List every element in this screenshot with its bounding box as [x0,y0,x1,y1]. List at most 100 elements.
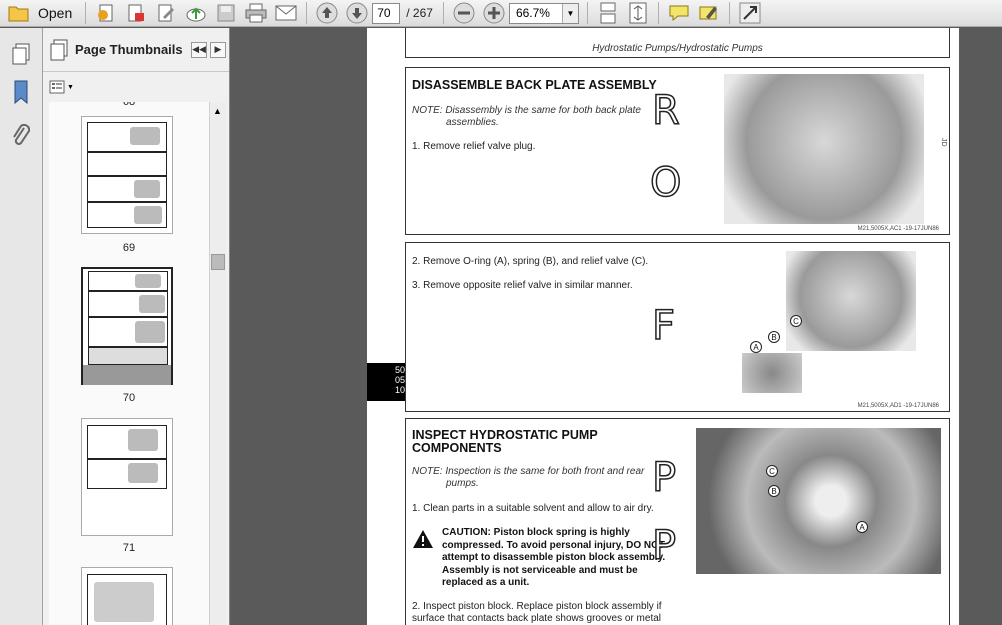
folder-icon [8,6,29,22]
side-code: JD [940,138,947,147]
chevron-up-icon[interactable]: ▲ [213,106,222,116]
step-1: 1. Remove relief valve plug. [412,141,536,152]
pdf-page: Hydrostatic Pumps/Hydrostatic Pumps DISA… [367,28,959,625]
figure-caption: M21,5005X,AD1 -19-17JUN86 [857,403,939,409]
valve-parts-photo [742,353,802,393]
bookmark-icon [14,80,28,104]
zoom-value: 66.7% [515,6,550,20]
chevron-down-icon[interactable]: ▼ [561,3,578,23]
zoom-out-button[interactable] [451,2,477,25]
page-number-input[interactable]: 70 [372,2,401,24]
thumbnail-page-70[interactable] [81,267,173,385]
speech-bubble-icon [669,5,689,22]
zoom-select[interactable]: 66.7% ▼ [508,2,579,24]
paperclip-icon [13,124,30,145]
highlight-button[interactable] [696,2,722,25]
thumbnail-page-72[interactable] [81,567,173,625]
callout-c: C [790,315,802,327]
zoom-in-button[interactable] [481,2,507,25]
callout-a: A [750,341,762,353]
previous-page-button[interactable] [314,2,340,25]
step-2: 2. Remove O-ring (A), spring (B), and re… [412,256,649,267]
arrow-down-icon [346,2,368,24]
section-marker: 50 05 10 [367,363,405,401]
warning-icon [413,530,433,548]
create-pdf-icon [98,4,113,22]
page-header-box: Hydrostatic Pumps/Hydrostatic Pumps [405,28,950,58]
options-icon [49,80,65,94]
panel-splitter[interactable] [230,28,238,625]
step-1: 1. Clean parts in a suitable solvent and… [412,503,654,514]
section-relief-valve: 2. Remove O-ring (A), spring (B), and re… [405,242,950,412]
export-pdf-icon [128,4,145,22]
plus-icon [483,2,505,24]
navigation-rail [0,28,43,625]
step-3: 3. Remove opposite relief valve in simil… [412,280,633,291]
watermark-letter: P [651,454,677,502]
open-button[interactable]: Open [2,2,78,25]
options-menu-button[interactable]: ▼ [49,78,74,96]
piston-block-photo [696,428,941,574]
callout-a: A [856,521,868,533]
watermark-letter: F [651,302,676,350]
edit-icon [158,4,175,22]
attachments-toggle[interactable] [9,124,33,148]
print-button[interactable] [243,2,269,25]
comment-button[interactable] [666,2,692,25]
figure-caption: M21,5005X,AC1 -19-17JUN86 [857,226,939,232]
fit-page-button[interactable] [625,2,651,25]
panel-title: Page Thumbnails [75,42,183,57]
edit-pdf-button[interactable] [153,2,179,25]
back-plate-photo [724,74,924,224]
fit-page-icon [629,2,647,24]
page-thumbnails-toggle[interactable] [9,42,33,66]
section-title: DISASSEMBLE BACK PLATE ASSEMBLY [412,78,657,92]
bookmarks-toggle[interactable] [9,80,33,104]
open-label: Open [38,5,73,21]
document-view[interactable]: Hydrostatic Pumps/Hydrostatic Pumps DISA… [238,28,1002,625]
step-2: 2. Inspect piston block. Replace piston … [412,601,662,624]
toolbar: Open 70 / 267 66.7% ▼ [0,0,1002,27]
collapse-panel-button[interactable]: ◀◀ [191,41,207,58]
thumbnail-scrollbar[interactable]: ▲ [209,102,226,625]
save-button[interactable] [213,2,239,25]
printer-icon [245,3,267,23]
arrow-up-icon [316,2,338,24]
export-pdf-button[interactable] [123,2,149,25]
create-pdf-button[interactable] [93,2,119,25]
thumbnails-panel-icon [50,39,68,60]
callout-c: C [766,465,778,477]
next-page-button[interactable] [344,2,370,25]
section-disassemble: DISASSEMBLE BACK PLATE ASSEMBLY NOTE: Di… [405,67,950,235]
next-panel-button[interactable]: ▶ [210,41,226,58]
thumbnail-label: 71 [122,542,136,554]
thumbnail-page-71[interactable] [81,418,173,536]
section-inspect: INSPECT HYDROSTATIC PUMP COMPONENTS NOTE… [405,418,950,625]
thumbnail-label: 68 [122,102,136,108]
thumbnail-label: 70 [122,392,136,404]
relief-valve-photo [786,251,916,351]
thumbnails-panel: Page Thumbnails ◀◀ ▶ ▼ 68 69 70 71 ▲ [43,28,230,625]
expand-button[interactable] [737,2,763,25]
email-button[interactable] [273,2,299,25]
note: NOTE: Inspection is the same for both fr… [412,466,645,489]
thumbnail-label: 69 [122,242,136,254]
note: NOTE: Disassembly is the same for both b… [412,105,641,128]
page-total: / 267 [406,6,433,20]
header-caption: Hydrostatic Pumps/Hydrostatic Pumps [592,43,763,54]
scrolling-mode-button[interactable] [595,2,621,25]
chevron-down-icon: ▼ [67,83,74,91]
thumbnail-list[interactable]: 68 69 70 71 [49,102,209,625]
pages-icon [12,43,30,65]
highlighter-icon [699,6,717,20]
caution-box: CAUTION: Piston block spring is highly c… [412,527,682,590]
upload-button[interactable] [183,2,209,25]
thumbnail-page-69[interactable] [81,116,173,234]
save-icon [217,4,235,22]
scrollbar-thumb[interactable] [211,254,225,270]
cloud-upload-icon [186,7,206,22]
watermark-letter: R [651,87,680,135]
expand-icon [739,2,761,24]
section-title: INSPECT HYDROSTATIC PUMP COMPONENTS [412,428,598,455]
callout-b: B [768,331,780,343]
